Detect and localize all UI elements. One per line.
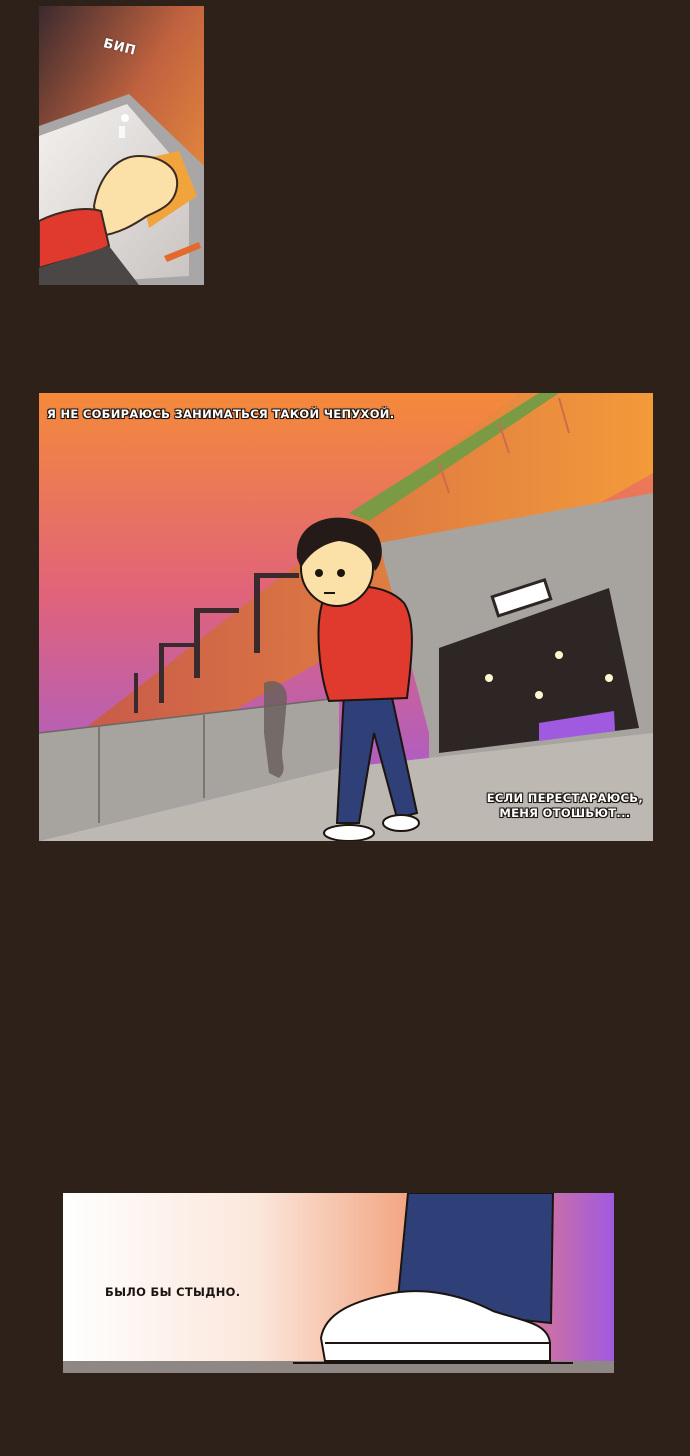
boy-right-shoe [382,814,420,832]
comic-panel-boy-walking: Я НЕ СОБИРАЮСЬ ЗАНИМАТЬСЯ ТАКОЙ ЧЕПУХОЙ.… [39,393,653,841]
comic-panel-shoe-closeup: БЫЛО БЫ СТЫДНО. [63,1193,614,1373]
boy-left-shoe [323,824,375,841]
narration-caption-bottom: ЕСЛИ ПЕРЕСТАРАЮСЬ, МЕНЯ ОТОШЬЮТ... [487,791,643,821]
reader-light-icon [121,114,129,122]
narration-caption-top: Я НЕ СОБИРАЮСЬ ЗАНИМАТЬСЯ ТАКОЙ ЧЕПУХОЙ. [47,407,395,421]
shoe-closeup-illustration [63,1193,614,1373]
comic-panel-card-tap: БИП [39,6,204,285]
station-sunset-illustration [39,393,653,841]
narration-caption-shame: БЫЛО БЫ СТЫДНО. [105,1285,241,1299]
narration-line-1: ЕСЛИ ПЕРЕСТАРАЮСЬ, [486,791,643,805]
narration-line-2: МЕНЯ ОТОШЬЮТ... [499,806,631,820]
